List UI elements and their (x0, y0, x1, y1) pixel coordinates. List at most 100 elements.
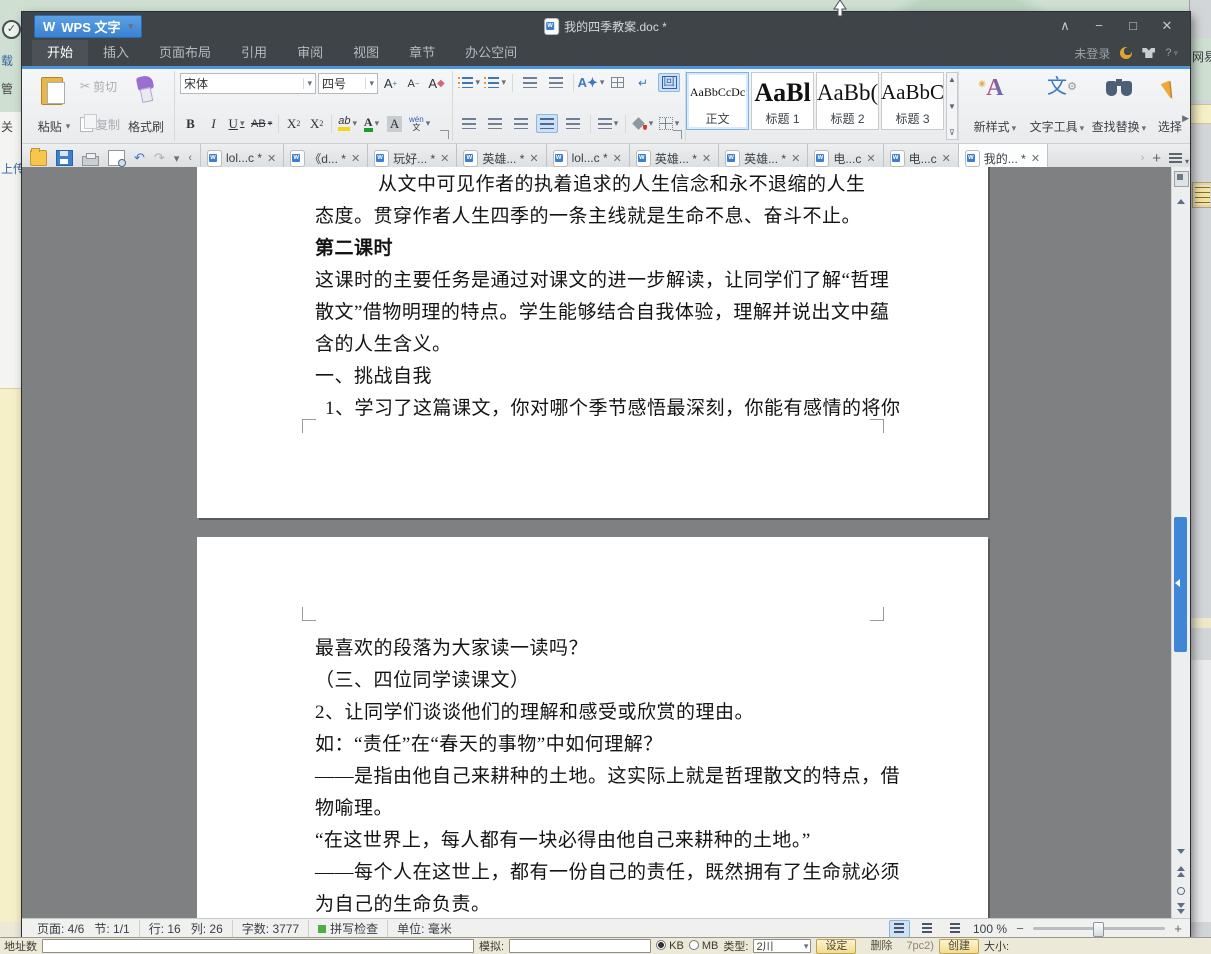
text-line[interactable]: 态度。贯穿作者人生四季的一条主线就是生命不息、奋斗不止。 (315, 201, 893, 233)
select-browse-object-button[interactable] (1172, 883, 1190, 899)
sidebar-toggle-icon[interactable] (1174, 171, 1189, 187)
sim-input[interactable] (509, 939, 652, 953)
vertical-scrollbar[interactable] (1171, 167, 1190, 918)
grow-font-button[interactable]: A + (380, 74, 401, 93)
tab-home[interactable]: 开始 (32, 40, 89, 66)
page-4[interactable]: 从文中可见作者的执着追求的人生信念和永不退缩的人生 态度。贯穿作者人生四季的一条… (197, 167, 988, 518)
page-view-button[interactable] (888, 919, 910, 938)
print-preview-icon[interactable] (108, 150, 126, 167)
find-replace-button[interactable]: 查找替换 (1088, 73, 1150, 137)
clear-format-button[interactable]: A ◆ (426, 74, 447, 93)
night-mode-icon[interactable] (1120, 47, 1133, 59)
insert-table-button[interactable] (606, 73, 628, 92)
close-tab-icon[interactable]: ✕ (267, 152, 276, 165)
type-select[interactable]: 2川 (753, 939, 812, 953)
underline-button[interactable]: U (226, 114, 247, 133)
gallery-up-icon[interactable]: ▲ (948, 75, 956, 84)
page-5[interactable]: 最喜欢的段落为大家读一读吗？ （三、四位同学读课文） 2、让同学们谈谈他们的理解… (197, 537, 988, 918)
zoom-out-button[interactable]: − (1014, 921, 1026, 936)
close-tab-icon[interactable]: ✕ (1031, 152, 1040, 165)
skin-icon[interactable] (1142, 48, 1156, 58)
tab-page-layout[interactable]: 页面布局 (144, 40, 226, 66)
save-icon[interactable] (56, 150, 73, 166)
text-line[interactable]: 最喜欢的段落为大家读一读吗？ (315, 633, 893, 665)
text-line[interactable]: 含的人生含义。 (315, 329, 893, 361)
next-page-button[interactable] (1172, 900, 1190, 916)
tab-insert[interactable]: 插入 (88, 40, 144, 66)
scroll-tabs-left-icon[interactable]: ‹ (188, 152, 192, 164)
mb-radio[interactable] (688, 940, 699, 950)
numbering-button[interactable] (483, 73, 506, 92)
bold-button[interactable]: B (180, 114, 201, 133)
ribbon-overflow-icon[interactable]: ▶ (1182, 113, 1189, 124)
text-line[interactable]: 这课时的主要任务是通过对课文的进一步解读，让同学们了解“哲理 (315, 265, 893, 297)
new-document-icon[interactable]: + (1152, 150, 1161, 167)
text-line[interactable]: 物喻理。 (315, 793, 893, 825)
document-canvas[interactable]: 从文中可见作者的执着追求的人生信念和永不退缩的人生 态度。贯穿作者人生四季的一条… (22, 167, 1190, 918)
text-line[interactable]: ——每个人在这世上，都有一份自己的责任，既然拥有了生命就必须 (315, 857, 900, 889)
tab-list-icon[interactable] (1169, 153, 1189, 166)
outline-view-button[interactable] (917, 920, 938, 938)
wrap-button[interactable]: ↵ (632, 73, 654, 92)
zoom-level[interactable]: 100 % (973, 922, 1007, 936)
text-line[interactable]: （三、四位同学读课文） (315, 665, 893, 697)
increase-indent-button[interactable] (545, 73, 567, 92)
tab-view[interactable]: 视图 (338, 40, 394, 66)
style-heading2[interactable]: AaBb( 标题 2 (816, 72, 880, 130)
redo-icon[interactable]: ↷ (154, 151, 165, 165)
close-tab-icon[interactable]: ✕ (529, 152, 538, 165)
close-tab-icon[interactable]: ✕ (791, 152, 800, 165)
text-line[interactable]: “在这世界上，每人都有一块必得由他自己来耕种的土地。” (315, 825, 893, 857)
scroll-tabs-right-icon[interactable]: › (1141, 152, 1145, 164)
text-line[interactable]: 第二课时 (315, 233, 893, 265)
gallery-more-icon[interactable]: ⊽ (948, 128, 956, 137)
italic-button[interactable]: I (203, 114, 224, 133)
kb-radio[interactable] (656, 940, 667, 950)
show-marks-button[interactable]: 回 (658, 73, 681, 92)
shrink-font-button[interactable]: A − (403, 74, 424, 93)
font-family-combo[interactable]: 宋体 ▾ (180, 73, 317, 94)
qat-dropdown-icon[interactable]: ▾ (174, 152, 180, 165)
close-button[interactable]: ✕ (1150, 12, 1184, 40)
zoom-in-button[interactable]: + (1172, 921, 1184, 936)
text-line[interactable]: 散文”借物明理的特点。学生能够结合自我体验，理解并说出文中蕴 (315, 297, 893, 329)
format-painter-button[interactable]: 格式刷 (123, 73, 169, 137)
zoom-slider[interactable] (1033, 922, 1165, 937)
gallery-down-icon[interactable]: ▼ (948, 102, 956, 111)
font-dialog-launcher[interactable] (440, 130, 450, 139)
text-line[interactable]: 如：“责任”在“春天的事物”中如何理解？ (315, 729, 893, 761)
style-heading3[interactable]: AaBbC 标题 3 (881, 72, 945, 130)
tab-review[interactable]: 审阅 (282, 40, 338, 66)
text-tools-button[interactable]: 文 文字工具 (1026, 73, 1088, 137)
cursor-position-status[interactable]: 行: 16 列: 26 (140, 920, 233, 937)
maximize-button[interactable]: □ (1116, 12, 1150, 40)
tab-office-space[interactable]: 办公空间 (450, 40, 532, 66)
new-style-button[interactable]: A 新样式 (964, 71, 1026, 137)
highlight-color-button[interactable]: ab (336, 114, 359, 133)
previous-page-button[interactable] (1172, 863, 1190, 879)
text-line[interactable]: 一、挑战自我 (315, 361, 893, 393)
style-normal[interactable]: AaBbCcDc 正文 (686, 72, 750, 130)
scroll-up-button[interactable] (1172, 193, 1190, 209)
text-line[interactable]: 2、让同学们谈谈他们的理解和感受或欣赏的理由。 (315, 697, 893, 729)
close-tab-icon[interactable]: ✕ (702, 152, 711, 165)
text-line[interactable]: 1、学习了这篇课文，你对哪个季节感悟最深刻，你能有感情的将你 (315, 393, 900, 425)
select-button[interactable]: 选择 (1150, 73, 1190, 137)
addr-input[interactable] (42, 939, 474, 953)
bullets-button[interactable] (457, 73, 480, 92)
print-icon[interactable] (82, 153, 99, 166)
help-menu[interactable]: ? (1165, 47, 1178, 59)
text-line[interactable]: ——是指由他自己来耕种的土地。这实际上就是哲理散文的特点，借 (315, 761, 900, 793)
paste-button[interactable]: 粘贴 (31, 73, 77, 137)
font-size-combo[interactable]: 四号 ▾ (318, 73, 379, 94)
spell-check-status[interactable]: 拼写检查 (309, 920, 389, 937)
close-tab-icon[interactable]: ✕ (866, 152, 875, 165)
page-status[interactable]: 页面: 4/6 节: 1/1 (28, 920, 140, 937)
delete-button[interactable]: 删除 (861, 938, 902, 954)
collapse-ribbon-button[interactable]: ∧ (1048, 12, 1082, 40)
align-center-button[interactable] (484, 114, 506, 133)
unit-status[interactable]: 单位: 毫米 (388, 920, 461, 937)
wps-app-menu-button[interactable]: W WPS 文字 (34, 14, 143, 38)
font-color-button[interactable]: A (361, 114, 382, 133)
undo-icon[interactable]: ↶ (134, 151, 145, 165)
